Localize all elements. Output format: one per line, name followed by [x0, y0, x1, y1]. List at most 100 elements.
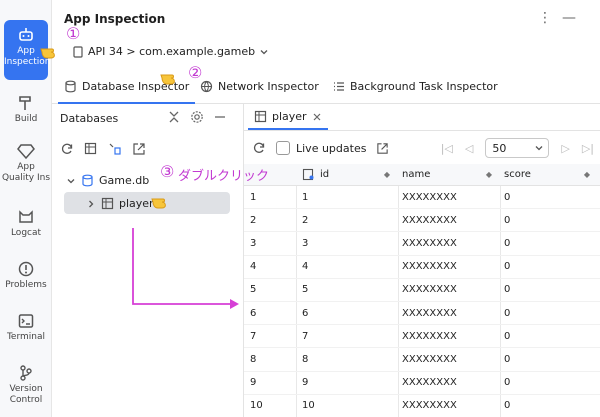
chevron-down-icon: [535, 146, 543, 151]
row-number: 9: [250, 377, 257, 389]
cell-id[interactable]: 10: [302, 395, 394, 417]
cell-name[interactable]: XXXXXXXX: [402, 348, 496, 370]
cell-name[interactable]: XXXXXXXX: [402, 325, 496, 347]
process-label: API 34 > com.example.gameb: [88, 45, 256, 58]
last-page-icon[interactable]: ▷|: [582, 142, 594, 155]
cell-id[interactable]: 2: [302, 209, 394, 231]
cell-score[interactable]: 0: [504, 186, 594, 208]
collapse-icon[interactable]: [168, 110, 180, 124]
cell-name[interactable]: XXXXXXXX: [402, 186, 496, 208]
minimize-icon[interactable]: —: [562, 10, 586, 26]
column-header-id[interactable]: id ◆: [302, 164, 394, 185]
tree-table-player[interactable]: player: [86, 197, 154, 210]
cell-id[interactable]: 8: [302, 348, 394, 370]
terminal-tool-button[interactable]: Terminal: [0, 312, 52, 343]
table-row[interactable]: 7 7 XXXXXXXX 0: [244, 325, 600, 349]
process-selector[interactable]: API 34 > com.example.gameb: [72, 45, 269, 58]
build-tool-button[interactable]: Build: [0, 94, 52, 125]
cell-name[interactable]: XXXXXXXX: [402, 372, 496, 394]
hide-panel-icon[interactable]: [214, 110, 226, 124]
cell-name[interactable]: XXXXXXXX: [402, 256, 496, 278]
cell-name[interactable]: XXXXXXXX: [402, 395, 496, 417]
settings-icon[interactable]: [190, 110, 204, 124]
live-updates-label: Live updates: [296, 141, 367, 155]
cell-score[interactable]: 0: [504, 372, 594, 394]
export-icon[interactable]: [376, 142, 389, 155]
warning-icon: [18, 261, 34, 277]
more-options-icon[interactable]: ⋮: [538, 10, 562, 26]
cell-score[interactable]: 0: [504, 325, 594, 347]
table-row[interactable]: 9 9 XXXXXXXX 0: [244, 372, 600, 395]
cell-name[interactable]: XXXXXXXX: [402, 209, 496, 231]
inspector-tabs: Database Inspector Network Inspector Bac…: [52, 72, 600, 104]
column-header-name[interactable]: name ◆: [402, 164, 496, 185]
header-actions: ⋮—: [538, 10, 586, 26]
chevron-right-icon: [89, 200, 94, 207]
close-tab-icon[interactable]: [312, 112, 322, 122]
cell-score[interactable]: 0: [504, 256, 594, 278]
table-row[interactable]: 6 6 XXXXXXXX 0: [244, 302, 600, 326]
row-number: 4: [250, 261, 257, 273]
app-quality-tool-button[interactable]: App Quality Ins: [0, 142, 52, 184]
sort-icon: ◆: [485, 170, 492, 179]
live-updates-checkbox[interactable]: [276, 141, 290, 155]
table-row[interactable]: 10 10 XXXXXXXX 0: [244, 395, 600, 417]
table-tab-player[interactable]: player: [254, 110, 322, 123]
table-row[interactable]: 8 8 XXXXXXXX 0: [244, 348, 600, 372]
cell-score[interactable]: 0: [504, 232, 594, 254]
cell-id[interactable]: 7: [302, 325, 394, 347]
cell-name[interactable]: XXXXXXXX: [402, 279, 496, 301]
page-size-select[interactable]: 50: [485, 138, 550, 158]
cell-score[interactable]: 0: [504, 209, 594, 231]
query-table-icon[interactable]: [84, 142, 98, 156]
logcat-tool-button[interactable]: Logcat: [0, 208, 52, 239]
annotation-step-1: ①: [66, 24, 81, 43]
tab-network-inspector-label: Network Inspector: [218, 80, 319, 93]
tab-background-task-inspector[interactable]: Background Task Inspector: [332, 80, 498, 93]
table-row[interactable]: 5 5 XXXXXXXX 0: [244, 279, 600, 302]
refresh-icon[interactable]: [60, 142, 74, 156]
cell-name[interactable]: XXXXXXXX: [402, 302, 496, 324]
row-number: 2: [250, 214, 257, 226]
cell-id[interactable]: 5: [302, 279, 394, 301]
cell-score[interactable]: 0: [504, 279, 594, 301]
prev-page-icon[interactable]: ◁: [465, 142, 473, 155]
device-icon: [73, 45, 83, 58]
cell-name[interactable]: XXXXXXXX: [402, 232, 496, 254]
row-number: 5: [250, 284, 257, 296]
cell-id[interactable]: 6: [302, 302, 394, 324]
sort-icon: ◆: [583, 170, 590, 179]
terminal-icon: [18, 314, 34, 328]
export-icon[interactable]: [132, 142, 146, 156]
table-row[interactable]: 4 4 XXXXXXXX 0: [244, 256, 600, 279]
first-page-icon[interactable]: |◁: [441, 142, 453, 155]
page-size-value: 50: [492, 141, 507, 155]
table-row[interactable]: 3 3 XXXXXXXX 0: [244, 232, 600, 256]
cell-score[interactable]: 0: [504, 395, 594, 417]
cell-id[interactable]: 3: [302, 232, 394, 254]
cell-id[interactable]: 4: [302, 256, 394, 278]
cell-score[interactable]: 0: [504, 348, 594, 370]
table-row[interactable]: 1 1 XXXXXXXX 0: [244, 186, 600, 210]
cell-id[interactable]: 1: [302, 186, 394, 208]
version-control-label: Version Control: [9, 384, 43, 405]
column-header-label: score: [504, 169, 531, 180]
version-control-tool-button[interactable]: Version Control: [0, 364, 52, 406]
offline-mode-icon[interactable]: [108, 142, 122, 156]
table-row[interactable]: 2 2 XXXXXXXX 0: [244, 209, 600, 233]
row-number: 3: [250, 237, 257, 249]
tab-network-inspector[interactable]: Network Inspector: [200, 80, 319, 93]
tool-window-strip: App Inspection Build App Quality Ins Log…: [0, 0, 52, 417]
problems-tool-button[interactable]: Problems: [0, 260, 52, 291]
row-number: 10: [250, 400, 263, 412]
cell-score[interactable]: 0: [504, 302, 594, 324]
refresh-table-icon[interactable]: [252, 141, 266, 155]
row-number: 8: [250, 353, 257, 365]
table-tab-divider: [244, 130, 600, 131]
pointing-hand-icon: [160, 74, 175, 85]
cell-id[interactable]: 9: [302, 372, 394, 394]
robot-icon: [19, 28, 33, 41]
column-header-score[interactable]: score ◆: [504, 164, 594, 185]
next-page-icon[interactable]: ▷: [561, 142, 569, 155]
tree-database-game-db[interactable]: Game.db: [66, 174, 149, 187]
